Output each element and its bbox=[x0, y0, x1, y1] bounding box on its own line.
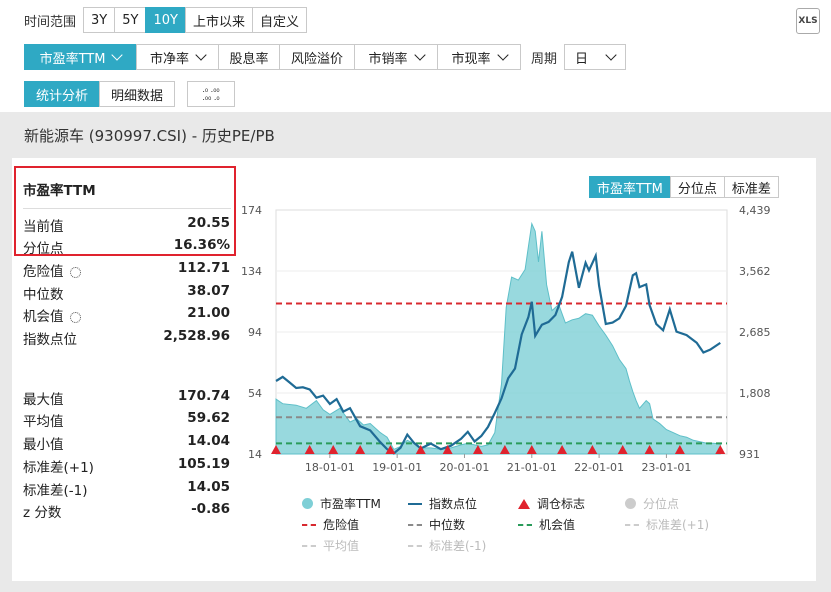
legend-item[interactable]: 分位点 bbox=[625, 495, 679, 512]
legend-label: 标准差(-1) bbox=[429, 539, 487, 553]
y-left-tick-label: 54 bbox=[248, 387, 262, 400]
legend-item[interactable]: 机会值 bbox=[518, 516, 575, 533]
legend-item[interactable]: 标准差(-1) bbox=[408, 537, 486, 554]
legend-label: 平均值 bbox=[323, 539, 360, 553]
dot-icon bbox=[302, 498, 313, 509]
legend-label: 危险值 bbox=[323, 518, 360, 532]
legend-label: 中位数 bbox=[429, 518, 466, 532]
legend-item[interactable]: 标准差(+1) bbox=[625, 516, 709, 533]
dash-icon bbox=[408, 544, 422, 547]
legend-label: 指数点位 bbox=[429, 497, 478, 511]
legend-label: 分位点 bbox=[643, 497, 680, 511]
x-tick-label: 20-01-01 bbox=[440, 461, 490, 474]
y-right-tick-label: 4,439 bbox=[739, 204, 771, 217]
legend-label: 机会值 bbox=[539, 518, 576, 532]
dash-icon bbox=[302, 544, 316, 547]
legend-item[interactable]: 调仓标志 bbox=[518, 495, 585, 512]
dash-icon bbox=[625, 523, 639, 526]
dash-icon bbox=[518, 523, 532, 526]
x-tick-label: 22-01-01 bbox=[574, 461, 624, 474]
legend-label: 标准差(+1) bbox=[646, 518, 710, 532]
y-left-tick-label: 94 bbox=[248, 326, 262, 339]
triangle-icon bbox=[518, 498, 530, 509]
x-tick-label: 21-01-01 bbox=[507, 461, 557, 474]
x-tick-label: 19-01-01 bbox=[372, 461, 422, 474]
y-left-tick-label: 174 bbox=[241, 204, 262, 217]
y-right-tick-label: 931 bbox=[739, 448, 760, 461]
legend-item[interactable]: 指数点位 bbox=[408, 495, 477, 512]
y-right-tick-label: 2,685 bbox=[739, 326, 771, 339]
dash-icon bbox=[408, 523, 422, 526]
y-right-tick-label: 1,808 bbox=[739, 387, 771, 400]
dash-icon bbox=[302, 523, 316, 526]
legend-item[interactable]: 中位数 bbox=[408, 516, 465, 533]
legend-label: 市盈率TTM bbox=[320, 497, 381, 511]
x-tick-label: 18-01-01 bbox=[305, 461, 355, 474]
y-left-tick-label: 134 bbox=[241, 265, 262, 278]
dot-icon bbox=[625, 498, 636, 509]
legend-item[interactable]: 危险值 bbox=[302, 516, 359, 533]
line-icon bbox=[408, 502, 422, 505]
legend-item[interactable]: 市盈率TTM bbox=[302, 495, 381, 512]
legend-label: 调仓标志 bbox=[537, 497, 586, 511]
y-left-tick-label: 14 bbox=[248, 448, 262, 461]
x-tick-label: 23-01-01 bbox=[641, 461, 691, 474]
legend-item[interactable]: 平均值 bbox=[302, 537, 359, 554]
y-right-tick-label: 3,562 bbox=[739, 265, 771, 278]
